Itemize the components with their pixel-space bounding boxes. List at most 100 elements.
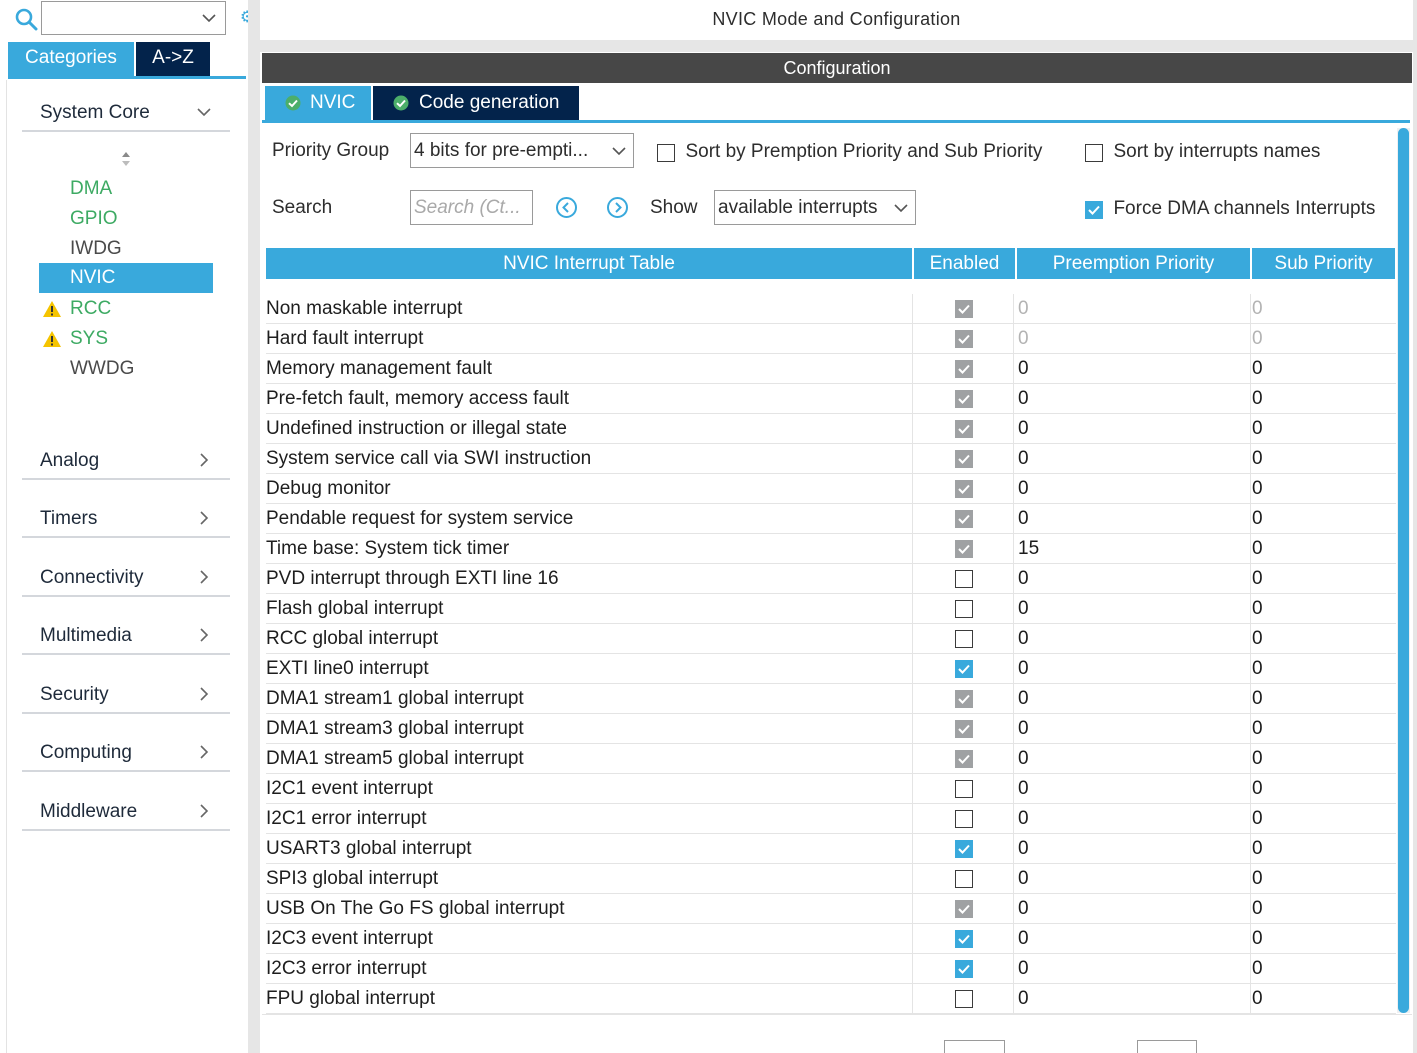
sub-priority-cell[interactable]: 0 bbox=[1252, 474, 1263, 504]
table-row[interactable]: Pre-fetch fault, memory access fault 0 0 bbox=[266, 384, 1396, 414]
sort-preemption-checkbox[interactable]: Sort by Premption Priority and Sub Prior… bbox=[657, 141, 1042, 163]
table-row[interactable]: SPI3 global interrupt 0 0 bbox=[266, 864, 1396, 894]
preemption-priority-cell[interactable]: 0 bbox=[1018, 624, 1029, 654]
enabled-checkbox[interactable] bbox=[955, 630, 973, 648]
tab-a-to-z[interactable]: A->Z bbox=[136, 42, 210, 76]
preemption-priority-cell[interactable]: 0 bbox=[1018, 864, 1029, 894]
table-row[interactable]: PVD interrupt through EXTI line 16 0 0 bbox=[266, 564, 1396, 594]
table-row[interactable]: Pendable request for system service 0 0 bbox=[266, 504, 1396, 534]
core-item-gpio[interactable]: GPIO bbox=[39, 204, 213, 234]
enabled-checkbox[interactable] bbox=[955, 990, 973, 1008]
table-row[interactable]: USB On The Go FS global interrupt 0 0 bbox=[266, 894, 1396, 924]
tab-categories[interactable]: Categories bbox=[8, 42, 134, 76]
sub-priority-cell[interactable]: 0 bbox=[1252, 714, 1263, 744]
core-item-sys[interactable]: SYS bbox=[39, 324, 213, 354]
previous-result-icon[interactable] bbox=[555, 196, 578, 219]
table-scrollbar[interactable] bbox=[1397, 128, 1410, 1013]
core-item-iwdg[interactable]: IWDG bbox=[39, 234, 213, 264]
table-row[interactable]: I2C1 event interrupt 0 0 bbox=[266, 774, 1396, 804]
table-row[interactable]: Time base: System tick timer 15 0 bbox=[266, 534, 1396, 564]
table-row[interactable]: I2C3 error interrupt 0 0 bbox=[266, 954, 1396, 984]
preemption-priority-cell[interactable]: 0 bbox=[1018, 894, 1029, 924]
group-timers[interactable]: Timers bbox=[22, 504, 230, 538]
table-row[interactable]: Non maskable interrupt 0 0 bbox=[266, 294, 1396, 324]
sub-priority-cell[interactable]: 0 bbox=[1252, 924, 1263, 954]
chevron-down-icon[interactable] bbox=[201, 10, 217, 26]
bottom-field[interactable] bbox=[1137, 1040, 1197, 1053]
preemption-priority-cell[interactable]: 15 bbox=[1018, 534, 1039, 564]
preemption-priority-cell[interactable]: 0 bbox=[1018, 384, 1029, 414]
sub-priority-cell[interactable]: 0 bbox=[1252, 534, 1263, 564]
enabled-checkbox[interactable] bbox=[955, 780, 973, 798]
table-row[interactable]: DMA1 stream5 global interrupt 0 0 bbox=[266, 744, 1396, 774]
core-item-nvic[interactable]: NVIC bbox=[39, 263, 213, 293]
preemption-priority-cell[interactable]: 0 bbox=[1018, 474, 1029, 504]
preemption-priority-cell[interactable]: 0 bbox=[1018, 444, 1029, 474]
enabled-checkbox[interactable] bbox=[955, 840, 973, 858]
group-analog[interactable]: Analog bbox=[22, 446, 230, 480]
interrupt-search-input[interactable]: Search (Ct... bbox=[410, 190, 533, 225]
sub-priority-cell[interactable]: 0 bbox=[1252, 654, 1263, 684]
priority-group-select[interactable]: 4 bits for pre-empti... bbox=[410, 133, 634, 168]
tab-nvic[interactable]: NVIC bbox=[265, 86, 371, 120]
sub-priority-cell[interactable]: 0 bbox=[1252, 384, 1263, 414]
sort-arrows-icon[interactable] bbox=[119, 150, 133, 168]
table-row[interactable]: Debug monitor 0 0 bbox=[266, 474, 1396, 504]
next-result-icon[interactable] bbox=[606, 196, 629, 219]
sub-priority-cell[interactable]: 0 bbox=[1252, 414, 1263, 444]
table-row[interactable]: DMA1 stream3 global interrupt 0 0 bbox=[266, 714, 1396, 744]
group-connectivity[interactable]: Connectivity bbox=[22, 563, 230, 597]
column-header-preemption[interactable]: Preemption Priority bbox=[1017, 248, 1250, 279]
table-row[interactable]: Hard fault interrupt 0 0 bbox=[266, 324, 1396, 354]
group-multimedia[interactable]: Multimedia bbox=[22, 621, 230, 655]
group-middleware[interactable]: Middleware bbox=[22, 797, 230, 831]
preemption-priority-cell[interactable]: 0 bbox=[1018, 564, 1029, 594]
sub-priority-cell[interactable]: 0 bbox=[1252, 894, 1263, 924]
sub-priority-cell[interactable]: 0 bbox=[1252, 774, 1263, 804]
enabled-checkbox[interactable] bbox=[955, 600, 973, 618]
checkbox-box[interactable] bbox=[657, 143, 675, 162]
enabled-checkbox[interactable] bbox=[955, 960, 973, 978]
bottom-field[interactable] bbox=[944, 1040, 1005, 1053]
force-dma-checkbox[interactable]: Force DMA channels Interrupts bbox=[1085, 198, 1375, 220]
scrollbar-thumb[interactable] bbox=[1398, 128, 1409, 1013]
table-row[interactable]: FPU global interrupt 0 0 bbox=[266, 984, 1396, 1014]
column-header-interrupt[interactable]: NVIC Interrupt Table bbox=[266, 248, 912, 279]
table-row[interactable]: Undefined instruction or illegal state 0 0 bbox=[266, 414, 1396, 444]
sub-priority-cell[interactable]: 0 bbox=[1252, 624, 1263, 654]
table-row[interactable]: RCC global interrupt 0 0 bbox=[266, 624, 1396, 654]
table-row[interactable]: I2C1 error interrupt 0 0 bbox=[266, 804, 1396, 834]
table-row[interactable]: I2C3 event interrupt 0 0 bbox=[266, 924, 1396, 954]
group-computing[interactable]: Computing bbox=[22, 738, 230, 772]
preemption-priority-cell[interactable]: 0 bbox=[1018, 834, 1029, 864]
sidebar-search-combobox[interactable] bbox=[41, 1, 226, 35]
preemption-priority-cell[interactable]: 0 bbox=[1018, 774, 1029, 804]
preemption-priority-cell[interactable]: 0 bbox=[1018, 954, 1029, 984]
tab-code-generation[interactable]: Code generation bbox=[373, 86, 579, 120]
enabled-checkbox[interactable] bbox=[955, 570, 973, 588]
sub-priority-cell[interactable]: 0 bbox=[1252, 804, 1263, 834]
preemption-priority-cell[interactable]: 0 bbox=[1018, 744, 1029, 774]
preemption-priority-cell[interactable]: 0 bbox=[1018, 654, 1029, 684]
preemption-priority-cell[interactable]: 0 bbox=[1018, 354, 1029, 384]
table-row[interactable]: DMA1 stream1 global interrupt 0 0 bbox=[266, 684, 1396, 714]
enabled-checkbox[interactable] bbox=[955, 930, 973, 948]
sub-priority-cell[interactable]: 0 bbox=[1252, 444, 1263, 474]
preemption-priority-cell[interactable]: 0 bbox=[1018, 684, 1029, 714]
preemption-priority-cell[interactable]: 0 bbox=[1018, 984, 1029, 1014]
table-row[interactable]: System service call via SWI instruction 0… bbox=[266, 444, 1396, 474]
preemption-priority-cell[interactable]: 0 bbox=[1018, 714, 1029, 744]
preemption-priority-cell[interactable]: 0 bbox=[1018, 594, 1029, 624]
sidebar-splitter[interactable] bbox=[248, 0, 260, 1053]
preemption-priority-cell[interactable]: 0 bbox=[1018, 804, 1029, 834]
core-item-rcc[interactable]: RCC bbox=[39, 294, 213, 324]
sub-priority-cell[interactable]: 0 bbox=[1252, 984, 1263, 1014]
table-row[interactable]: Flash global interrupt 0 0 bbox=[266, 594, 1396, 624]
sub-priority-cell[interactable]: 0 bbox=[1252, 744, 1263, 774]
core-item-dma[interactable]: DMA bbox=[39, 174, 213, 204]
column-header-enabled[interactable]: Enabled bbox=[914, 248, 1015, 279]
core-item-wwdg[interactable]: WWDG bbox=[39, 354, 213, 384]
sub-priority-cell[interactable]: 0 bbox=[1252, 864, 1263, 894]
group-system-core[interactable]: System Core bbox=[22, 98, 230, 132]
sub-priority-cell[interactable]: 0 bbox=[1252, 954, 1263, 984]
